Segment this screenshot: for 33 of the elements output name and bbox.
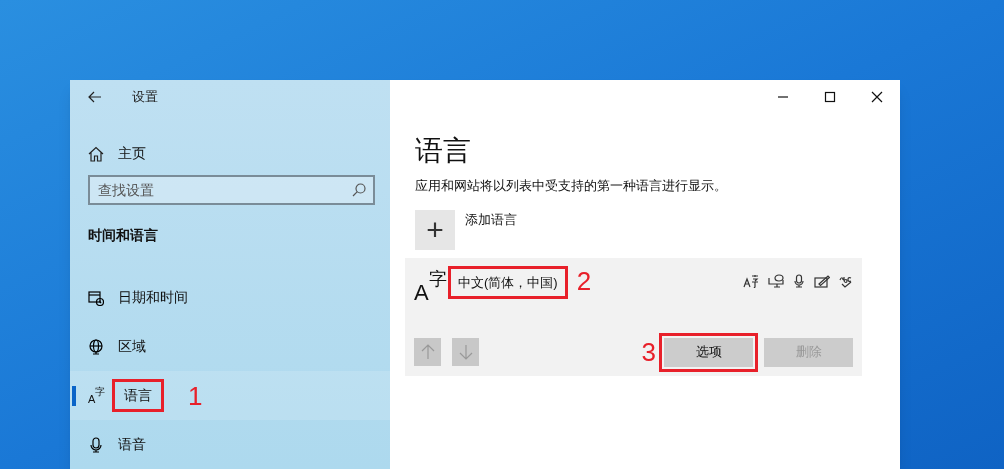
language-icon: A 字 (88, 386, 108, 405)
section-heading: 时间和语言 (88, 226, 158, 246)
annotation-number: 2 (576, 267, 592, 294)
sidebar-item[interactable]: A 字 语言 1 (70, 371, 390, 420)
calendar-icon (88, 289, 104, 306)
selection-indicator (72, 386, 76, 406)
add-language-button[interactable]: + (415, 209, 455, 250)
add-language-label[interactable]: 添加语言 (465, 209, 517, 229)
microphone-icon (88, 436, 104, 453)
arrow-up-icon (419, 344, 436, 360)
annotation-number: 1 (188, 382, 203, 409)
sidebar-item[interactable]: 区域 (70, 322, 390, 371)
microphone-icon (793, 273, 805, 288)
sidebar-item[interactable]: 语音 (70, 420, 390, 469)
handwriting-icon (814, 273, 830, 288)
page-title: 语言 (415, 134, 471, 168)
globe-icon (88, 338, 104, 355)
language-name: 中文(简体，中国) (448, 265, 568, 299)
window-title: 设置 (132, 88, 158, 107)
move-down-button[interactable] (452, 338, 479, 366)
home-icon (88, 145, 104, 162)
move-up-button[interactable] (414, 338, 441, 366)
maximize-icon (823, 91, 836, 103)
display-icon (768, 273, 784, 288)
sidebar-item[interactable]: 日期和时间 (70, 273, 390, 322)
description-text: 应用和网站将以列表中受支持的第一种语言进行显示。 (415, 177, 727, 195)
back-arrow-icon (88, 91, 102, 103)
close-icon (870, 91, 883, 103)
home-link[interactable]: 主页 (118, 143, 146, 165)
search-field[interactable]: 查找设置 (88, 174, 375, 206)
annotation-number: 3 (641, 339, 656, 365)
arrow-down-icon (457, 344, 474, 360)
search-icon (352, 182, 366, 197)
